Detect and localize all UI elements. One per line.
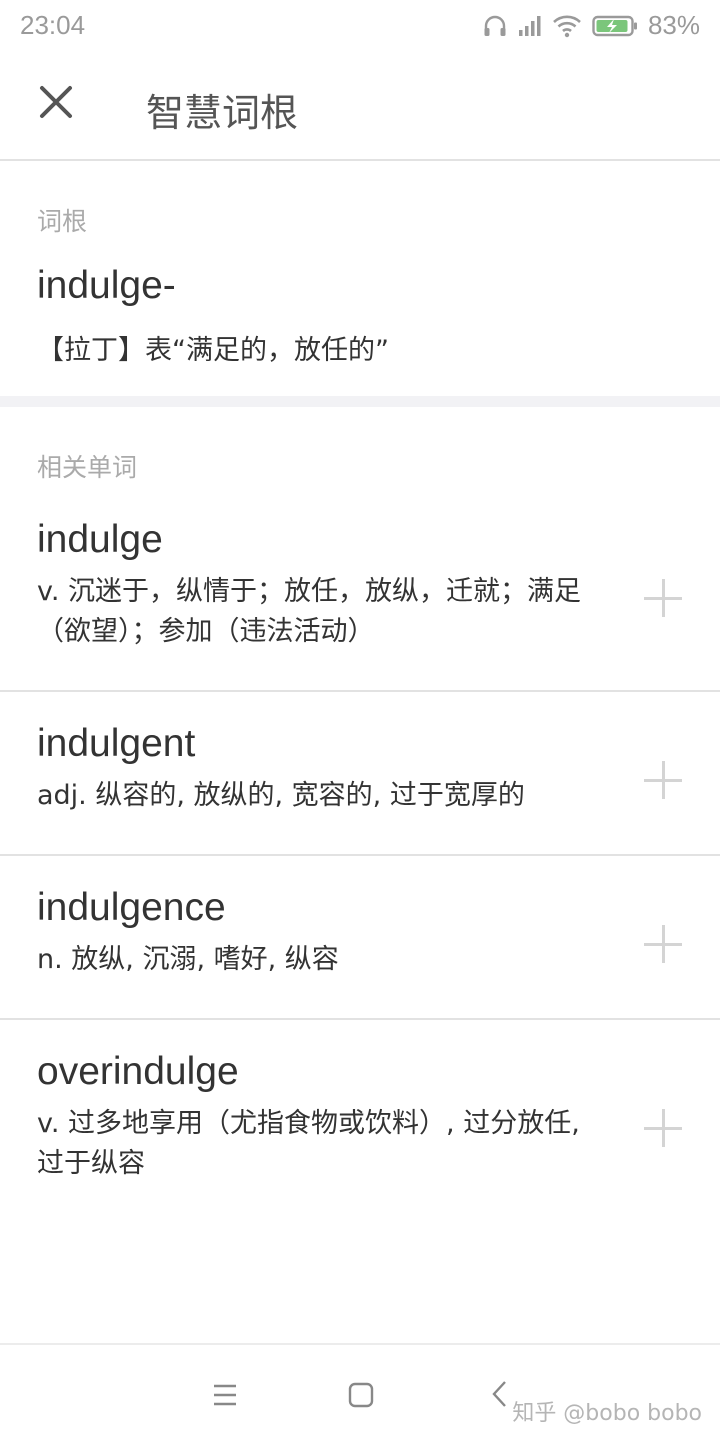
word-meaning: v. 沉迷于，纵情于；放任，放纵，迁就；满足（欲望）；参加（违法活动） [37,576,582,647]
section-divider [0,396,720,407]
add-word-button[interactable] [644,759,688,803]
word-meaning: n. 放纵, 沉溺, 嗜好, 纵容 [37,944,339,975]
menu-icon [205,1384,245,1419]
wifi-icon [552,14,582,38]
word-item[interactable]: indulgent adj. 纵容的, 放纵的, 宽容的, 过于宽厚的 [0,692,720,856]
status-bar: 23:04 83% [0,0,720,50]
word-meaning: v. 过多地享用（尤指食物或饮料）, 过分放任, 过于纵容 [37,1108,580,1179]
add-word-button[interactable] [644,1107,688,1151]
app-bar: 智慧词根 [0,50,720,161]
word-item[interactable]: indulge v. 沉迷于，纵情于；放任，放纵，迁就；满足（欲望）；参加（违法… [0,491,720,692]
battery-charging-icon [592,14,638,38]
related-word-list: indulge v. 沉迷于，纵情于；放任，放纵，迁就；满足（欲望）；参加（违法… [0,491,720,1222]
root-meaning: 【拉丁】表“满足的，放任的” [37,335,389,366]
headphones-icon [482,13,508,39]
word-text: indulge [37,518,163,561]
add-word-button[interactable] [644,577,688,621]
watermark: 知乎 @bobo bobo [512,1401,702,1426]
home-button[interactable] [341,1375,381,1415]
word-text: overindulge [37,1050,239,1093]
root-section-label: 词根 [37,207,88,236]
add-word-button[interactable] [644,923,688,967]
close-button[interactable] [26,74,86,134]
battery-percentage: 83% [647,10,700,40]
word-text: indulgence [37,886,226,929]
page-title: 智慧词根 [146,91,299,135]
menu-button[interactable] [205,1375,245,1415]
word-meaning: adj. 纵容的, 放纵的, 宽容的, 过于宽厚的 [37,780,525,811]
word-item[interactable]: indulgence n. 放纵, 沉溺, 嗜好, 纵容 [0,856,720,1020]
system-nav-bar: 知乎 @bobo bobo [0,1343,720,1440]
status-time: 23:04 [20,10,86,40]
status-icons: 83% [482,10,700,41]
word-item[interactable]: overindulge v. 过多地享用（尤指食物或饮料）, 过分放任, 过于纵… [0,1020,720,1222]
signal-icon [518,15,542,37]
related-section-label: 相关单词 [37,453,138,482]
home-icon [341,1382,381,1419]
root-word: indulge- [37,264,176,307]
word-text: indulgent [37,722,196,765]
close-icon [39,85,73,124]
